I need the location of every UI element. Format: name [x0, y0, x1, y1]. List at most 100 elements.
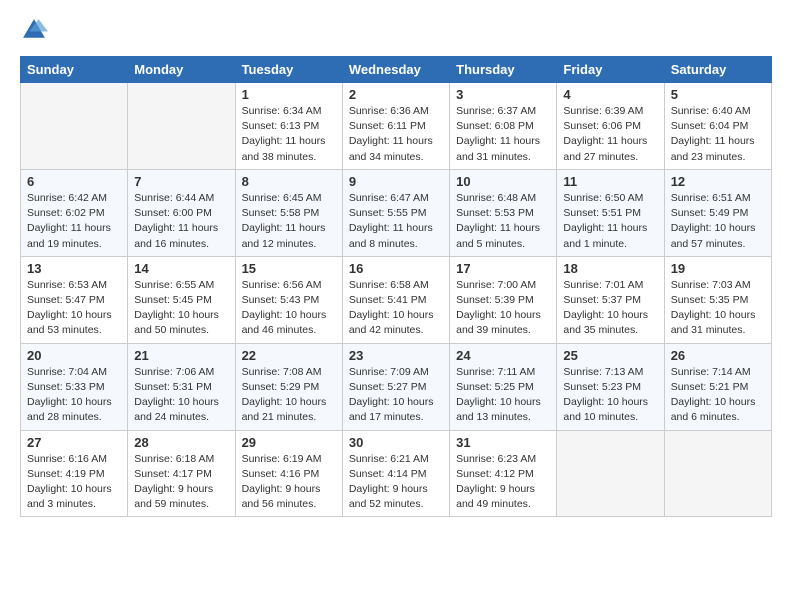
weekday-header: Monday	[128, 57, 235, 83]
day-number: 5	[671, 87, 765, 102]
calendar-cell: 5 Sunrise: 6:40 AM Sunset: 6:04 PM Daylig…	[664, 83, 771, 170]
day-number: 15	[242, 261, 336, 276]
calendar-cell: 22Sunrise: 7:08 AM Sunset: 5:29 PM Dayli…	[235, 343, 342, 430]
calendar-week-row: 20 Sunrise: 7:04 AM Sunset: 5:33 PM Dayli…	[21, 343, 772, 430]
day-info: Sunrise: 6:47 AM Sunset: 5:55 PM Dayligh…	[349, 191, 443, 252]
calendar-cell: 25 Sunrise: 7:13 AM Sunset: 5:23 PM Dayli…	[557, 343, 664, 430]
day-info: Sunrise: 6:23 AM Sunset: 4:12 PM Dayligh…	[456, 452, 550, 513]
calendar-cell: 3 Sunrise: 6:37 AM Sunset: 6:08 PM Daylig…	[450, 83, 557, 170]
calendar-cell: 27 Sunrise: 6:16 AM Sunset: 4:19 PM Dayli…	[21, 430, 128, 517]
day-number: 7	[134, 174, 228, 189]
calendar-cell: 12Sunrise: 6:51 AM Sunset: 5:49 PM Dayli…	[664, 169, 771, 256]
calendar-cell: 13 Sunrise: 6:53 AM Sunset: 5:47 PM Dayli…	[21, 256, 128, 343]
calendar-cell: 10 Sunrise: 6:48 AM Sunset: 5:53 PM Dayli…	[450, 169, 557, 256]
day-info: Sunrise: 6:19 AM Sunset: 4:16 PM Dayligh…	[242, 452, 336, 513]
calendar-cell: 1 Sunrise: 6:34 AM Sunset: 6:13 PM Daylig…	[235, 83, 342, 170]
calendar-cell: 31 Sunrise: 6:23 AM Sunset: 4:12 PM Dayli…	[450, 430, 557, 517]
calendar-cell: 20 Sunrise: 7:04 AM Sunset: 5:33 PM Dayli…	[21, 343, 128, 430]
day-info: Sunrise: 7:14 AM Sunset: 5:21 PM Dayligh…	[671, 365, 765, 426]
calendar-cell: 17Sunrise: 7:00 AM Sunset: 5:39 PM Dayli…	[450, 256, 557, 343]
day-info: Sunrise: 7:00 AM Sunset: 5:39 PM Dayligh…	[456, 278, 550, 339]
day-number: 6	[27, 174, 121, 189]
day-info: Sunrise: 6:53 AM Sunset: 5:47 PM Dayligh…	[27, 278, 121, 339]
day-number: 10	[456, 174, 550, 189]
day-info: Sunrise: 6:21 AM Sunset: 4:14 PM Dayligh…	[349, 452, 443, 513]
day-info: Sunrise: 6:18 AM Sunset: 4:17 PM Dayligh…	[134, 452, 228, 513]
weekday-header: Tuesday	[235, 57, 342, 83]
calendar-cell: 11 Sunrise: 6:50 AM Sunset: 5:51 PM Dayli…	[557, 169, 664, 256]
calendar-cell: 9 Sunrise: 6:47 AM Sunset: 5:55 PM Daylig…	[342, 169, 449, 256]
day-number: 11	[563, 174, 657, 189]
calendar-cell: 29 Sunrise: 6:19 AM Sunset: 4:16 PM Dayli…	[235, 430, 342, 517]
calendar-week-row: 6Sunrise: 6:42 AM Sunset: 6:02 PM Daylig…	[21, 169, 772, 256]
weekday-header: Saturday	[664, 57, 771, 83]
calendar-cell: 24 Sunrise: 7:11 AM Sunset: 5:25 PM Dayli…	[450, 343, 557, 430]
header	[20, 16, 772, 44]
calendar-cell: 28 Sunrise: 6:18 AM Sunset: 4:17 PM Dayli…	[128, 430, 235, 517]
day-info: Sunrise: 6:36 AM Sunset: 6:11 PM Dayligh…	[349, 104, 443, 165]
calendar-cell: 7 Sunrise: 6:44 AM Sunset: 6:00 PM Daylig…	[128, 169, 235, 256]
calendar-cell: 6Sunrise: 6:42 AM Sunset: 6:02 PM Daylig…	[21, 169, 128, 256]
day-number: 29	[242, 435, 336, 450]
calendar-cell: 26 Sunrise: 7:14 AM Sunset: 5:21 PM Dayli…	[664, 343, 771, 430]
day-info: Sunrise: 7:06 AM Sunset: 5:31 PM Dayligh…	[134, 365, 228, 426]
calendar-cell: 18Sunrise: 7:01 AM Sunset: 5:37 PM Dayli…	[557, 256, 664, 343]
day-number: 25	[563, 348, 657, 363]
weekday-header: Friday	[557, 57, 664, 83]
day-info: Sunrise: 6:50 AM Sunset: 5:51 PM Dayligh…	[563, 191, 657, 252]
weekday-header: Sunday	[21, 57, 128, 83]
day-info: Sunrise: 6:34 AM Sunset: 6:13 PM Dayligh…	[242, 104, 336, 165]
day-number: 18	[563, 261, 657, 276]
calendar-cell: 4Sunrise: 6:39 AM Sunset: 6:06 PM Daylig…	[557, 83, 664, 170]
day-number: 2	[349, 87, 443, 102]
day-info: Sunrise: 6:56 AM Sunset: 5:43 PM Dayligh…	[242, 278, 336, 339]
calendar-cell	[557, 430, 664, 517]
calendar-week-row: 27 Sunrise: 6:16 AM Sunset: 4:19 PM Dayli…	[21, 430, 772, 517]
day-info: Sunrise: 7:11 AM Sunset: 5:25 PM Dayligh…	[456, 365, 550, 426]
day-number: 16	[349, 261, 443, 276]
day-number: 20	[27, 348, 121, 363]
day-number: 30	[349, 435, 443, 450]
calendar-cell	[664, 430, 771, 517]
calendar-cell: 30 Sunrise: 6:21 AM Sunset: 4:14 PM Dayli…	[342, 430, 449, 517]
day-number: 1	[242, 87, 336, 102]
day-number: 24	[456, 348, 550, 363]
calendar-week-row: 13 Sunrise: 6:53 AM Sunset: 5:47 PM Dayli…	[21, 256, 772, 343]
day-number: 21	[134, 348, 228, 363]
day-number: 8	[242, 174, 336, 189]
day-number: 27	[27, 435, 121, 450]
weekday-header: Wednesday	[342, 57, 449, 83]
calendar-cell: 15 Sunrise: 6:56 AM Sunset: 5:43 PM Dayli…	[235, 256, 342, 343]
day-info: Sunrise: 7:09 AM Sunset: 5:27 PM Dayligh…	[349, 365, 443, 426]
day-number: 9	[349, 174, 443, 189]
calendar-cell: 19 Sunrise: 7:03 AM Sunset: 5:35 PM Dayli…	[664, 256, 771, 343]
day-info: Sunrise: 6:45 AM Sunset: 5:58 PM Dayligh…	[242, 191, 336, 252]
day-info: Sunrise: 6:37 AM Sunset: 6:08 PM Dayligh…	[456, 104, 550, 165]
logo	[20, 16, 52, 44]
day-info: Sunrise: 6:44 AM Sunset: 6:00 PM Dayligh…	[134, 191, 228, 252]
calendar-cell: 21 Sunrise: 7:06 AM Sunset: 5:31 PM Dayli…	[128, 343, 235, 430]
day-info: Sunrise: 6:55 AM Sunset: 5:45 PM Dayligh…	[134, 278, 228, 339]
day-info: Sunrise: 7:13 AM Sunset: 5:23 PM Dayligh…	[563, 365, 657, 426]
day-number: 28	[134, 435, 228, 450]
day-info: Sunrise: 6:16 AM Sunset: 4:19 PM Dayligh…	[27, 452, 121, 513]
day-info: Sunrise: 7:03 AM Sunset: 5:35 PM Dayligh…	[671, 278, 765, 339]
calendar-cell: 8 Sunrise: 6:45 AM Sunset: 5:58 PM Daylig…	[235, 169, 342, 256]
calendar-cell: 2 Sunrise: 6:36 AM Sunset: 6:11 PM Daylig…	[342, 83, 449, 170]
day-info: Sunrise: 6:48 AM Sunset: 5:53 PM Dayligh…	[456, 191, 550, 252]
day-number: 23	[349, 348, 443, 363]
day-number: 19	[671, 261, 765, 276]
day-info: Sunrise: 6:40 AM Sunset: 6:04 PM Dayligh…	[671, 104, 765, 165]
day-info: Sunrise: 7:04 AM Sunset: 5:33 PM Dayligh…	[27, 365, 121, 426]
day-number: 31	[456, 435, 550, 450]
page: SundayMondayTuesdayWednesdayThursdayFrid…	[0, 0, 792, 537]
day-number: 13	[27, 261, 121, 276]
day-number: 12	[671, 174, 765, 189]
calendar-table: SundayMondayTuesdayWednesdayThursdayFrid…	[20, 56, 772, 517]
weekday-header: Thursday	[450, 57, 557, 83]
day-number: 26	[671, 348, 765, 363]
day-number: 14	[134, 261, 228, 276]
logo-icon	[20, 16, 48, 44]
day-info: Sunrise: 6:58 AM Sunset: 5:41 PM Dayligh…	[349, 278, 443, 339]
day-number: 3	[456, 87, 550, 102]
